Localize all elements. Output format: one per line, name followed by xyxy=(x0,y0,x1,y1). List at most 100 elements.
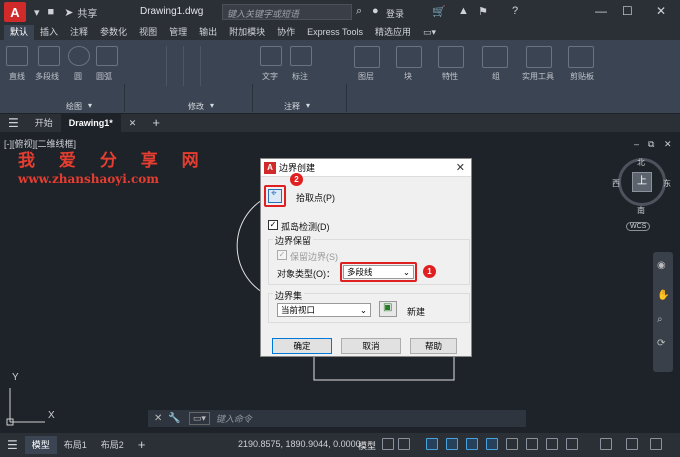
arc-icon[interactable] xyxy=(96,46,118,66)
layout-menu-icon[interactable]: ☰ xyxy=(0,436,25,454)
autocad-logo[interactable]: A xyxy=(4,2,26,22)
menu-icon[interactable]: ☰ xyxy=(0,114,27,132)
pick-points-button[interactable]: ⌖ xyxy=(268,188,282,203)
tab-featured-apps[interactable]: 精选应用 xyxy=(369,25,417,40)
workspace-icon[interactable] xyxy=(600,438,612,450)
steering-wheel-icon[interactable]: ◉ xyxy=(657,260,666,271)
minimize-icon[interactable]: — xyxy=(595,4,607,18)
tab-model[interactable]: 模型 xyxy=(24,436,57,454)
customization-icon[interactable] xyxy=(650,438,662,450)
group-icon[interactable] xyxy=(482,46,508,68)
lineweight-icon[interactable] xyxy=(506,438,518,450)
search-input[interactable]: 键入关键字或短语 xyxy=(222,4,352,20)
chevron-down-icon[interactable]: ▾ xyxy=(210,101,214,110)
tab-default[interactable]: 默认 xyxy=(4,25,35,40)
zoom-icon[interactable]: ⌕ xyxy=(657,314,663,325)
restore-viewport-icon[interactable]: – xyxy=(634,139,639,149)
properties-icon[interactable] xyxy=(438,46,464,68)
panel-modify[interactable]: 修改 xyxy=(188,101,204,112)
tool-group[interactable]: 组 xyxy=(492,71,500,82)
pan-icon[interactable]: ✋ xyxy=(657,290,669,301)
help-button[interactable]: 帮助 xyxy=(410,338,457,354)
ribbon-toggle-icon[interactable]: ▭▾ xyxy=(417,25,442,40)
chevron-down-icon[interactable]: ▾ xyxy=(306,101,310,110)
utilities-icon[interactable] xyxy=(526,46,552,68)
block-icon[interactable] xyxy=(396,46,422,68)
tab-annotate[interactable]: 注释 xyxy=(64,25,94,40)
new-tab-icon[interactable]: + xyxy=(144,114,168,132)
tab-collaborate[interactable]: 协作 xyxy=(271,25,301,40)
island-detection-label[interactable]: 孤岛检测(D) xyxy=(281,220,330,233)
maximize-viewport-icon[interactable]: ⧉ xyxy=(648,139,654,150)
transparency-icon[interactable] xyxy=(526,438,538,450)
close-tab-icon[interactable]: ✕ xyxy=(121,114,145,132)
tab-insert[interactable]: 插入 xyxy=(34,25,64,40)
viewcube-north[interactable]: 北 xyxy=(637,157,645,168)
panel-draw[interactable]: 绘图 xyxy=(66,101,82,112)
tab-manage[interactable]: 管理 xyxy=(163,25,193,40)
close-icon[interactable]: ✕ xyxy=(656,4,666,18)
snap-icon[interactable] xyxy=(398,438,410,450)
close-command-line-icon[interactable]: ✕ xyxy=(154,413,162,424)
tab-output[interactable]: 输出 xyxy=(193,25,223,40)
infer-constraints-icon[interactable] xyxy=(426,438,438,450)
tool-clipboard[interactable]: 剪贴板 xyxy=(570,71,594,82)
save-icon[interactable]: ■ xyxy=(48,6,55,18)
customize-icon[interactable]: 🔧 xyxy=(168,413,180,424)
tab-express-tools[interactable]: Express Tools xyxy=(301,25,369,40)
autodesk-app-icon[interactable]: ▲ xyxy=(458,5,469,17)
ok-button[interactable]: 确定 xyxy=(272,338,332,354)
user-icon[interactable]: ● xyxy=(372,5,379,17)
polar-icon[interactable] xyxy=(466,438,478,450)
tab-view[interactable]: 视图 xyxy=(133,25,163,40)
share-label[interactable]: 共享 xyxy=(77,5,97,20)
panel-annotation[interactable]: 注释 xyxy=(284,101,300,112)
tool-line[interactable]: 直线 xyxy=(9,71,25,82)
tool-properties[interactable]: 特性 xyxy=(442,71,458,82)
tool-utilities[interactable]: 实用工具 xyxy=(522,71,554,82)
selection-cycling-icon[interactable] xyxy=(546,438,558,450)
quick-access-menu-icon[interactable]: ▾ xyxy=(34,6,40,19)
ortho-icon[interactable] xyxy=(446,438,458,450)
viewcube-west[interactable]: 西 xyxy=(612,178,620,189)
login-label[interactable]: 登录 xyxy=(386,7,404,20)
tool-arc[interactable]: 圆弧 xyxy=(96,71,112,82)
share-icon[interactable]: ➤ xyxy=(64,6,73,19)
cart-icon[interactable]: 🛒 xyxy=(432,5,446,18)
fullscreen-icon[interactable] xyxy=(626,438,638,450)
viewcube-top-face[interactable]: 上 xyxy=(632,172,652,192)
model-space-button[interactable]: 模型 xyxy=(358,439,376,452)
boundary-set-select[interactable]: 当前视口 ⌄ xyxy=(277,303,371,317)
tool-block[interactable]: 块 xyxy=(404,71,412,82)
wcs-menu[interactable]: WCS xyxy=(626,222,651,231)
cancel-button[interactable]: 取消 xyxy=(341,338,401,354)
text-icon[interactable] xyxy=(260,46,282,66)
tab-layout2[interactable]: 布局2 xyxy=(94,436,131,454)
tab-addins[interactable]: 附加模块 xyxy=(223,25,271,40)
island-detection-checkbox[interactable]: ✓ xyxy=(268,220,278,230)
chevron-down-icon[interactable]: ▾ xyxy=(88,101,92,110)
clipboard-icon[interactable] xyxy=(568,46,594,68)
connect-icon[interactable]: ⚑ xyxy=(478,5,488,18)
tool-polyline[interactable]: 多段线 xyxy=(35,71,59,82)
recent-commands-icon[interactable]: ▭▾ xyxy=(188,412,210,425)
maximize-icon[interactable]: ☐ xyxy=(622,4,633,18)
layers-icon[interactable] xyxy=(354,46,380,68)
orbit-icon[interactable]: ⟳ xyxy=(657,338,665,349)
help-icon[interactable]: ? xyxy=(512,5,518,17)
viewcube-south[interactable]: 南 xyxy=(637,205,645,216)
new-boundary-set-button[interactable]: ▣ xyxy=(379,301,397,317)
modify-tools-icon[interactable] xyxy=(150,46,210,86)
command-input[interactable]: 键入命令 xyxy=(216,412,252,425)
tool-dimension[interactable]: 标注 xyxy=(292,71,308,82)
annotation-scale-icon[interactable] xyxy=(566,438,578,450)
pick-points-label[interactable]: 拾取点(P) xyxy=(296,191,335,204)
search-icon[interactable]: ⌕ xyxy=(356,5,362,18)
close-viewport-icon[interactable]: ✕ xyxy=(664,139,672,150)
new-layout-icon[interactable]: + xyxy=(131,436,153,454)
circle-icon[interactable] xyxy=(68,46,90,66)
tool-layers[interactable]: 图层 xyxy=(358,71,374,82)
tool-circle[interactable]: 圆 xyxy=(74,71,82,82)
grid-icon[interactable] xyxy=(382,438,394,450)
cursor-coordinates[interactable]: 2190.8575, 1890.9044, 0.0000 xyxy=(238,439,361,449)
